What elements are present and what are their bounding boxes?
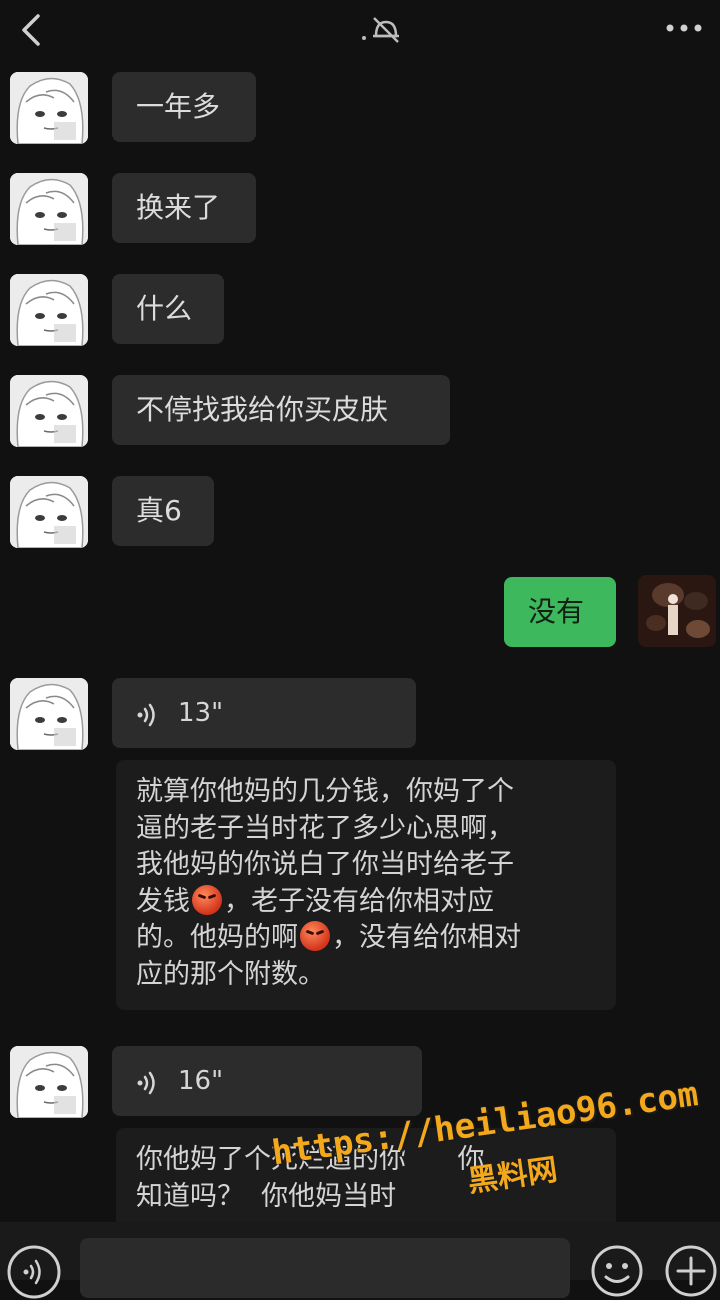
- input-bar: [0, 1222, 720, 1299]
- message-text: 不停找我给你买皮肤: [136, 393, 389, 426]
- voice-duration: 16": [178, 1066, 224, 1096]
- emoji-icon[interactable]: [590, 1244, 644, 1298]
- back-arrow-icon[interactable]: [14, 12, 50, 48]
- transcript-line: 就算你他妈的几分钱，你妈了个: [136, 776, 514, 807]
- transcript-fragment: 发钱: [136, 885, 190, 917]
- message-text: 什么: [136, 292, 193, 325]
- self-message-bubble[interactable]: 没有: [504, 577, 616, 647]
- voice-input-icon[interactable]: [6, 1244, 62, 1300]
- contact-avatar[interactable]: [10, 72, 88, 144]
- contact-avatar[interactable]: [10, 274, 88, 346]
- contact-avatar[interactable]: [10, 173, 88, 245]
- voice-wave-icon: [137, 1071, 155, 1095]
- transcript-fragment: ，老子没有给你相对应: [224, 885, 494, 917]
- transcript-line: 应的那个附数。: [136, 958, 325, 990]
- transcript-fragment: 的。他妈的啊: [136, 922, 298, 953]
- watermark-site: 黑料网: [465, 1152, 560, 1200]
- voice-message[interactable]: 16": [112, 1046, 422, 1116]
- voice-transcript: 就算你他妈的几分钱，你妈了个 逼的老子当时花了多少心思啊， 我他妈的你说白了你当…: [116, 760, 616, 1010]
- top-bar: [0, 0, 720, 60]
- message-bubble[interactable]: 什么: [112, 274, 224, 344]
- transcript-line: 的。他妈的啊 ，没有给你相对: [136, 920, 596, 957]
- voice-duration: 13": [178, 698, 224, 728]
- message-bubble[interactable]: 真6: [112, 476, 214, 546]
- contact-avatar[interactable]: [10, 476, 88, 548]
- plus-icon[interactable]: [664, 1244, 718, 1298]
- message-bubble[interactable]: 换来了: [112, 173, 256, 243]
- voice-message[interactable]: 13": [112, 678, 416, 748]
- transcript-fragment: 知道吗？: [136, 1180, 244, 1212]
- transcript-line: 逼的老子当时花了多少心思啊，: [136, 812, 514, 844]
- transcript-fragment: ，没有给你相对: [332, 922, 521, 953]
- voice-wave-icon: [137, 703, 155, 727]
- angry-face-icon: [192, 884, 222, 915]
- more-dots-icon[interactable]: [664, 18, 704, 38]
- message-text: 一年多: [136, 90, 221, 123]
- transcript-line: 我他妈的你说白了你当时给老子: [136, 849, 514, 880]
- transcript-line: 发钱 ，老子没有给你相对应: [136, 884, 596, 921]
- message-bubble[interactable]: 不停找我给你买皮肤: [112, 375, 450, 445]
- self-avatar[interactable]: [638, 575, 716, 647]
- contact-avatar[interactable]: [10, 1046, 88, 1118]
- contact-avatar[interactable]: [10, 678, 88, 750]
- message-input[interactable]: [80, 1238, 570, 1298]
- contact-avatar[interactable]: [10, 375, 88, 447]
- message-text: 真6: [136, 494, 182, 527]
- message-text: 没有: [528, 595, 585, 628]
- angry-face-icon: [300, 921, 330, 951]
- message-bubble[interactable]: 一年多: [112, 72, 256, 142]
- message-text: 换来了: [136, 191, 221, 224]
- mute-bell-icon: [362, 17, 399, 43]
